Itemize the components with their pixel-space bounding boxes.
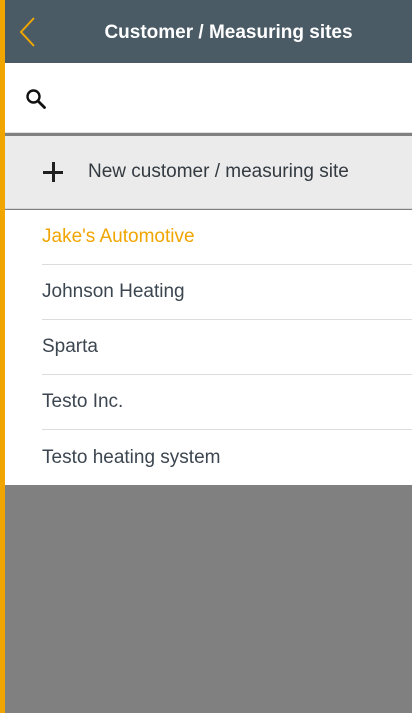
search-bar: [5, 63, 412, 133]
search-icon[interactable]: [25, 88, 47, 110]
customer-list: Jake's Automotive Johnson Heating Sparta…: [5, 210, 412, 485]
page-title: Customer / Measuring sites: [104, 22, 353, 43]
header-bar: Customer / Measuring sites: [5, 0, 412, 63]
list-item[interactable]: Testo heating system: [42, 430, 412, 485]
search-input[interactable]: [57, 78, 402, 120]
new-customer-button[interactable]: New customer / measuring site: [5, 136, 412, 209]
list-item[interactable]: Testo Inc.: [42, 375, 412, 430]
list-item[interactable]: Johnson Heating: [42, 265, 412, 320]
new-customer-label: New customer / measuring site: [88, 161, 349, 182]
plus-icon: [42, 161, 64, 183]
chevron-left-icon: [19, 16, 35, 47]
back-button[interactable]: [5, 0, 51, 63]
app-frame: Customer / Measuring sites New customer …: [5, 0, 412, 713]
list-item[interactable]: Jake's Automotive: [42, 210, 412, 265]
list-item[interactable]: Sparta: [42, 320, 412, 375]
